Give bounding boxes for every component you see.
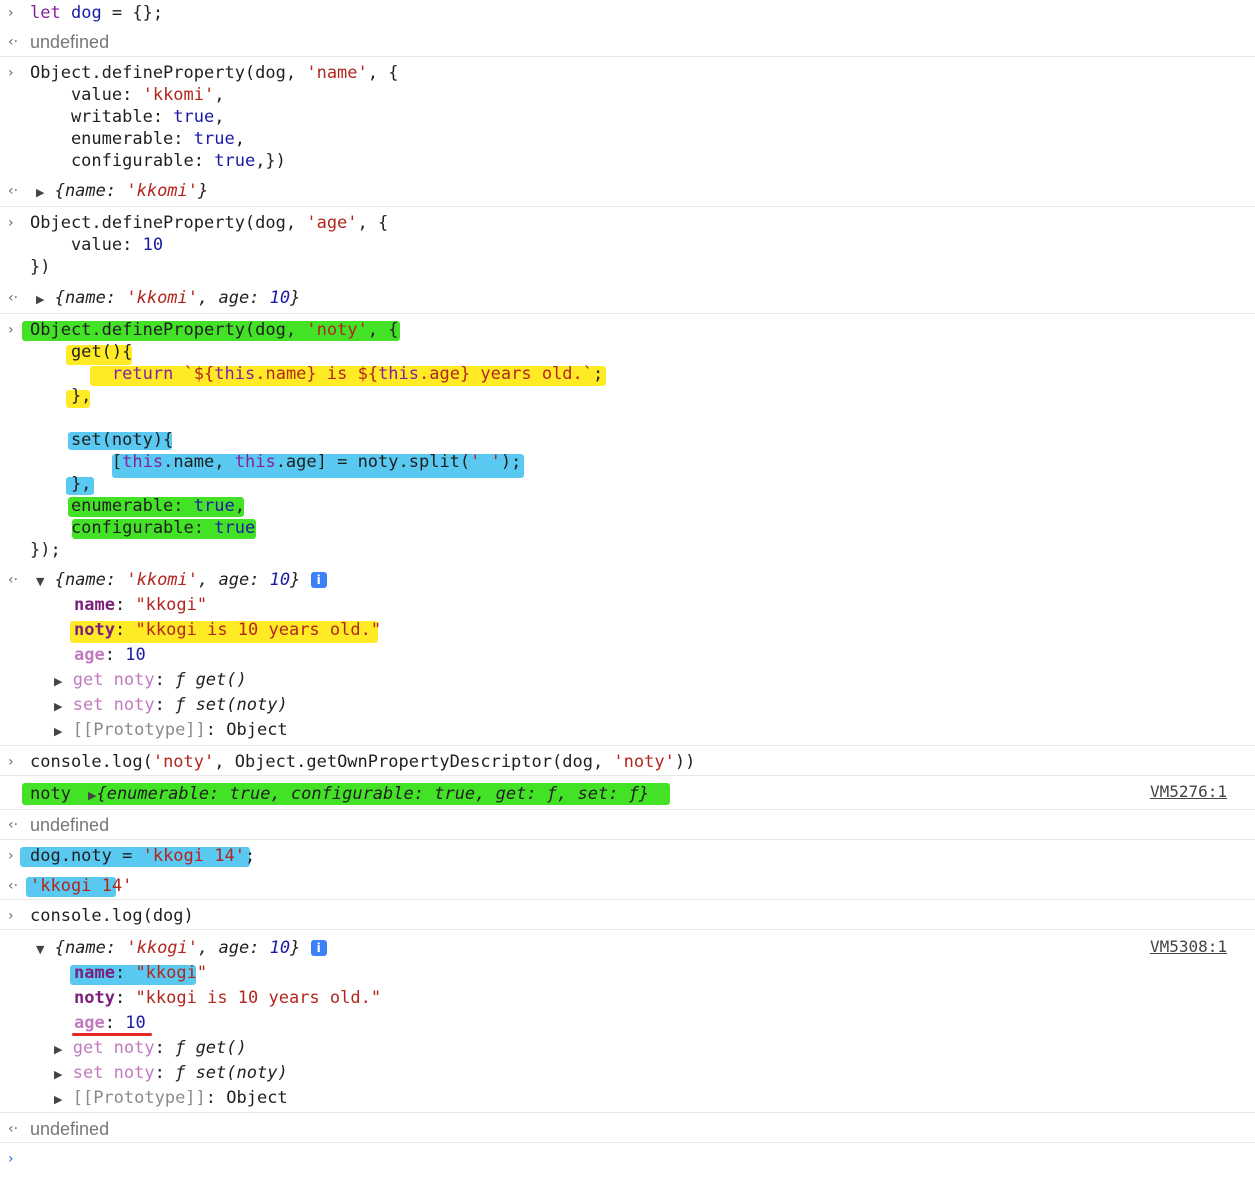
expand-triangle-icon[interactable]: ▶ bbox=[54, 700, 62, 713]
console-entry-5-result: ‹· undefined bbox=[0, 810, 1255, 840]
result-value: undefined bbox=[30, 1119, 110, 1139]
log-object-preview[interactable]: ▼ {name: 'kkogi', age: 10} i bbox=[36, 937, 327, 961]
result-value: 'kkogi 14' bbox=[30, 876, 133, 896]
input-chevron-icon: › bbox=[8, 322, 14, 338]
console-entry-5: › console.log('noty', Object.getOwnPrope… bbox=[0, 746, 1255, 776]
console-prompt[interactable]: › bbox=[0, 1143, 1255, 1177]
input-chevron-icon: › bbox=[8, 754, 14, 770]
prototype-row[interactable]: ▶ [[Prototype]]: Object bbox=[54, 719, 288, 743]
expand-triangle-icon[interactable]: ▶ bbox=[54, 1068, 62, 1081]
code-line[interactable]: let dog = {}; bbox=[30, 2, 163, 24]
collapse-triangle-icon[interactable]: ▼ bbox=[36, 943, 44, 956]
output-arrow-icon: ‹· bbox=[8, 34, 19, 50]
input-chevron-icon: › bbox=[8, 848, 14, 864]
console-entry-7: › console.log(dog) bbox=[0, 900, 1255, 930]
console-entry-2: › Object.defineProperty(dog, 'name', { v… bbox=[0, 57, 1255, 207]
getter-row[interactable]: ▶ get noty: ƒ get() bbox=[54, 1037, 247, 1061]
console-entry-3: › Object.defineProperty(dog, 'age', { va… bbox=[0, 207, 1255, 314]
property-row: noty: "kkogi is 10 years old." bbox=[74, 988, 382, 1008]
code-line[interactable]: value: 10 bbox=[30, 234, 163, 256]
output-arrow-icon: ‹· bbox=[8, 183, 19, 199]
info-icon[interactable]: i bbox=[310, 940, 327, 956]
result-value: undefined bbox=[30, 815, 110, 835]
expand-triangle-icon[interactable]: ▶ bbox=[54, 1043, 62, 1056]
console-entry-1: › let dog = {}; ‹· undefined bbox=[0, 0, 1255, 57]
log-label: noty bbox=[30, 784, 71, 804]
output-arrow-icon: ‹· bbox=[8, 290, 19, 306]
code-line[interactable]: }, bbox=[30, 473, 91, 495]
expand-triangle-icon[interactable]: ▶ bbox=[36, 293, 44, 306]
console-log-output: ▼ {name: 'kkogi', age: 10} i VM5308:1 na… bbox=[0, 930, 1255, 1113]
code-line[interactable]: console.log('noty', Object.getOwnPropert… bbox=[30, 751, 695, 773]
code-line[interactable]: set(noty){ bbox=[30, 429, 173, 451]
prototype-row[interactable]: ▶ [[Prototype]]: Object bbox=[54, 1087, 288, 1111]
code-line[interactable]: enumerable: true, bbox=[30, 128, 245, 150]
code-line[interactable]: writable: true, bbox=[30, 106, 225, 128]
output-arrow-icon: ‹· bbox=[8, 817, 19, 833]
code-line[interactable]: Object.defineProperty(dog, 'noty', { bbox=[30, 319, 398, 341]
source-link[interactable]: VM5308:1 bbox=[1150, 936, 1227, 958]
log-object-preview[interactable]: ▶{enumerable: true, configurable: true, … bbox=[88, 783, 649, 807]
code-line[interactable]: }); bbox=[30, 539, 61, 561]
input-chevron-icon: › bbox=[8, 908, 14, 924]
code-line[interactable]: value: 'kkomi', bbox=[30, 84, 225, 106]
console-log-output: noty ▶{enumerable: true, configurable: t… bbox=[0, 776, 1255, 810]
property-row: age: 10 bbox=[74, 645, 146, 665]
console-entry-4: › Object.defineProperty(dog, 'noty', { g… bbox=[0, 314, 1255, 746]
collapse-triangle-icon[interactable]: ▼ bbox=[36, 575, 44, 588]
code-line[interactable]: }) bbox=[30, 256, 50, 278]
setter-row[interactable]: ▶ set noty: ƒ set(noty) bbox=[54, 694, 288, 718]
expand-triangle-icon[interactable]: ▶ bbox=[36, 186, 44, 199]
code-line[interactable]: get(){ bbox=[30, 341, 132, 363]
info-icon[interactable]: i bbox=[310, 572, 327, 588]
code-line[interactable]: configurable: true,}) bbox=[30, 150, 286, 172]
setter-row[interactable]: ▶ set noty: ƒ set(noty) bbox=[54, 1062, 288, 1086]
code-line[interactable]: }, bbox=[30, 385, 91, 407]
result-object-preview[interactable]: ▶ {name: 'kkomi', age: 10} bbox=[36, 287, 300, 311]
property-row: noty: "kkogi is 10 years old." bbox=[74, 620, 382, 640]
code-line[interactable]: enumerable: true, bbox=[30, 495, 245, 517]
property-row: name: "kkogi" bbox=[74, 595, 208, 615]
console-entry-6: › dog.noty = 'kkogi 14'; ‹· 'kkogi 14' bbox=[0, 840, 1255, 900]
property-row: name: "kkogi" bbox=[74, 963, 208, 983]
code-line[interactable]: return `${this.name} is ${this.age} year… bbox=[30, 363, 603, 385]
property-row: age: 10 bbox=[74, 1013, 146, 1033]
input-chevron-icon: › bbox=[8, 215, 14, 231]
result-value: undefined bbox=[30, 32, 110, 52]
prompt-chevron-icon: › bbox=[8, 1151, 14, 1167]
code-line[interactable]: dog.noty = 'kkogi 14'; bbox=[30, 845, 255, 867]
source-link[interactable]: VM5276:1 bbox=[1150, 781, 1227, 803]
output-arrow-icon: ‹· bbox=[8, 1121, 19, 1137]
output-arrow-icon: ‹· bbox=[8, 572, 19, 588]
code-line[interactable]: Object.defineProperty(dog, 'age', { bbox=[30, 212, 388, 234]
code-line[interactable]: configurable: true bbox=[30, 517, 255, 539]
result-object-preview[interactable]: ▼ {name: 'kkomi', age: 10} i bbox=[36, 569, 327, 593]
console-entry-7-result: ‹· undefined bbox=[0, 1113, 1255, 1143]
code-line[interactable]: Object.defineProperty(dog, 'name', { bbox=[30, 62, 398, 84]
code-line[interactable]: [this.name, this.age] = noty.split(' '); bbox=[30, 451, 521, 473]
expand-triangle-icon[interactable]: ▶ bbox=[54, 1093, 62, 1106]
expand-triangle-icon[interactable]: ▶ bbox=[54, 675, 62, 688]
input-chevron-icon: › bbox=[8, 65, 14, 81]
expand-triangle-icon[interactable]: ▶ bbox=[54, 725, 62, 738]
input-chevron-icon: › bbox=[8, 5, 14, 21]
getter-row[interactable]: ▶ get noty: ƒ get() bbox=[54, 669, 247, 693]
code-line[interactable]: console.log(dog) bbox=[30, 905, 194, 927]
result-object-preview[interactable]: ▶ {name: 'kkomi'} bbox=[36, 180, 208, 204]
output-arrow-icon: ‹· bbox=[8, 878, 19, 894]
